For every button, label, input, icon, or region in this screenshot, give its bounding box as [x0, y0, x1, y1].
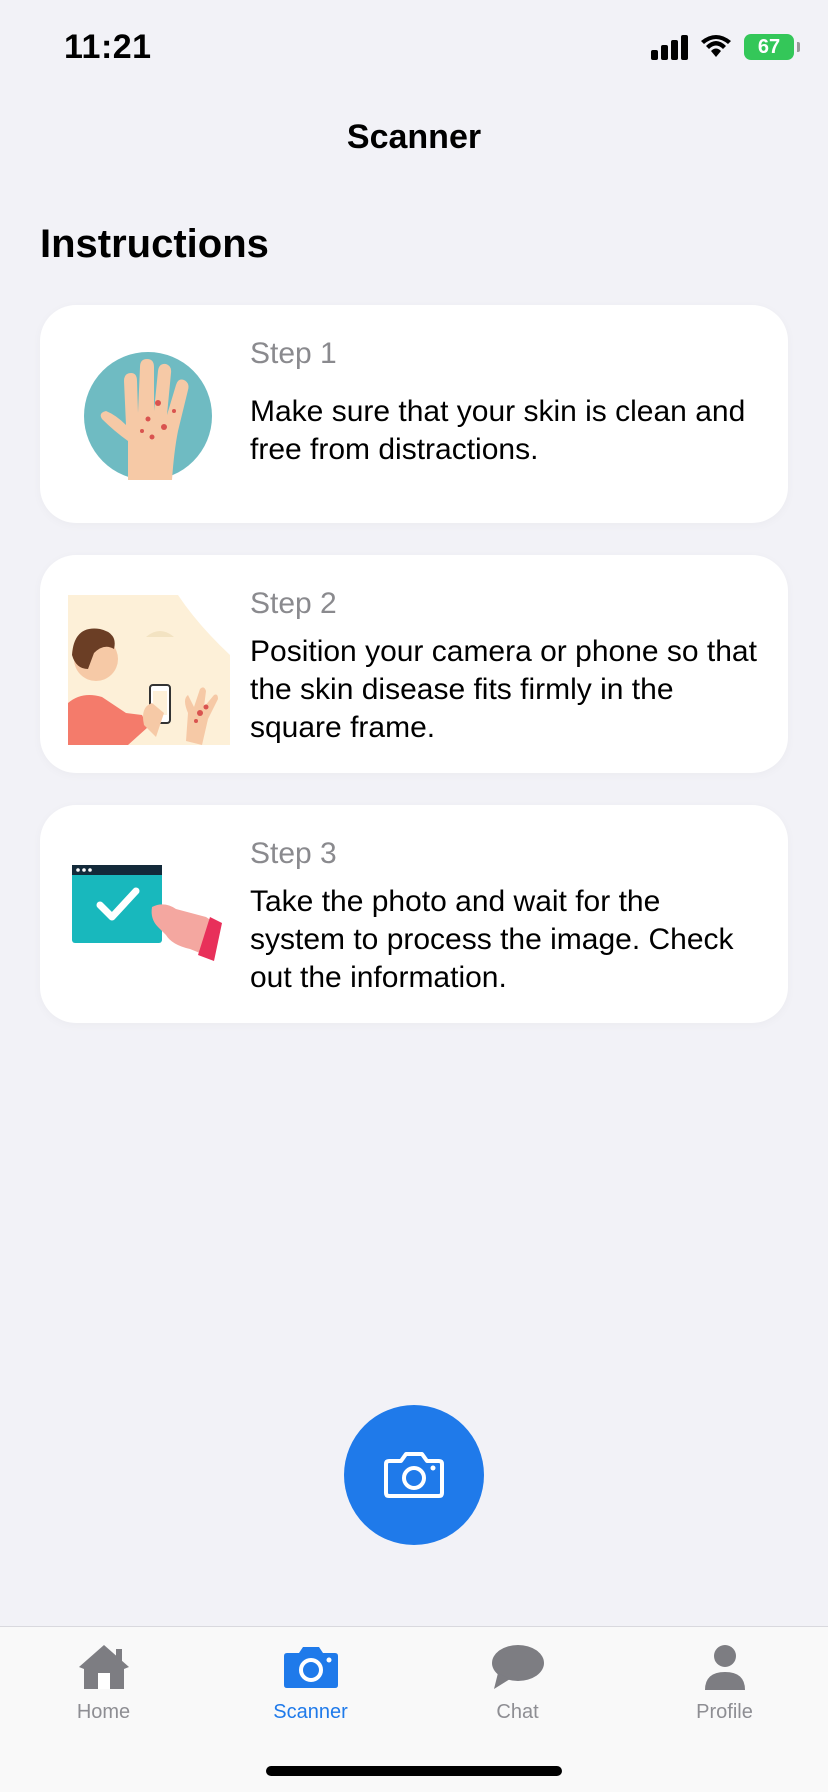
page-title: Scanner: [346, 118, 482, 156]
step-label: Step 1: [250, 337, 337, 370]
step-description: Position your camera or phone so that th…: [250, 635, 757, 744]
instruction-card-step-1: Step 1 Make sure that your skin is clean…: [40, 305, 788, 523]
home-indicator: [266, 1766, 562, 1776]
cellular-signal-icon: [651, 34, 688, 60]
tab-profile[interactable]: Profile: [621, 1627, 828, 1737]
step-text: Step 1 Make sure that your skin is clean…: [250, 337, 758, 469]
tab-home[interactable]: Home: [0, 1627, 207, 1737]
battery-level: 67: [757, 35, 781, 58]
instruction-list: Step 1 Make sure that your skin is clean…: [40, 305, 788, 1055]
status-time: 11:21: [64, 28, 152, 66]
scanner-screen: 11:21 67 Scanner Instructions Step 1 Mak…: [0, 0, 828, 1792]
step-label: Step 3: [250, 837, 337, 870]
person-icon: [703, 1639, 747, 1695]
step-text: Step 3 Take the photo and wait for the s…: [250, 837, 758, 997]
instruction-card-step-3: Step 3 Take the photo and wait for the s…: [40, 805, 788, 1023]
camera-icon: [283, 1639, 339, 1695]
step-description: Make sure that your skin is clean and fr…: [250, 395, 746, 466]
take-photo-button[interactable]: [344, 1405, 484, 1545]
status-bar: 11:21 67: [0, 0, 828, 100]
battery-icon: 67: [744, 34, 800, 60]
camera-icon: [384, 1452, 444, 1498]
chat-bubble-icon: [490, 1639, 546, 1695]
instruction-card-step-2: Step 2 Position your camera or phone so …: [40, 555, 788, 773]
clean-skin-hand-illustration: [68, 341, 228, 491]
tab-label: Scanner: [273, 1701, 348, 1723]
tab-label: Profile: [696, 1701, 753, 1723]
phone-photographing-skin-illustration: [68, 595, 230, 745]
tab-label: Chat: [496, 1701, 539, 1723]
step-label: Step 2: [250, 587, 337, 620]
tab-label: Home: [76, 1701, 131, 1723]
tab-chat[interactable]: Chat: [414, 1627, 621, 1737]
wifi-icon: [701, 35, 731, 57]
instructions-heading: Instructions: [40, 222, 269, 266]
checkmark-window-illustration: [72, 865, 232, 1015]
step-description: Take the photo and wait for the system t…: [250, 885, 734, 994]
step-text: Step 2 Position your camera or phone so …: [250, 587, 758, 747]
tab-scanner[interactable]: Scanner: [207, 1627, 414, 1737]
house-icon: [77, 1639, 131, 1695]
status-icons: 67: [651, 34, 800, 60]
